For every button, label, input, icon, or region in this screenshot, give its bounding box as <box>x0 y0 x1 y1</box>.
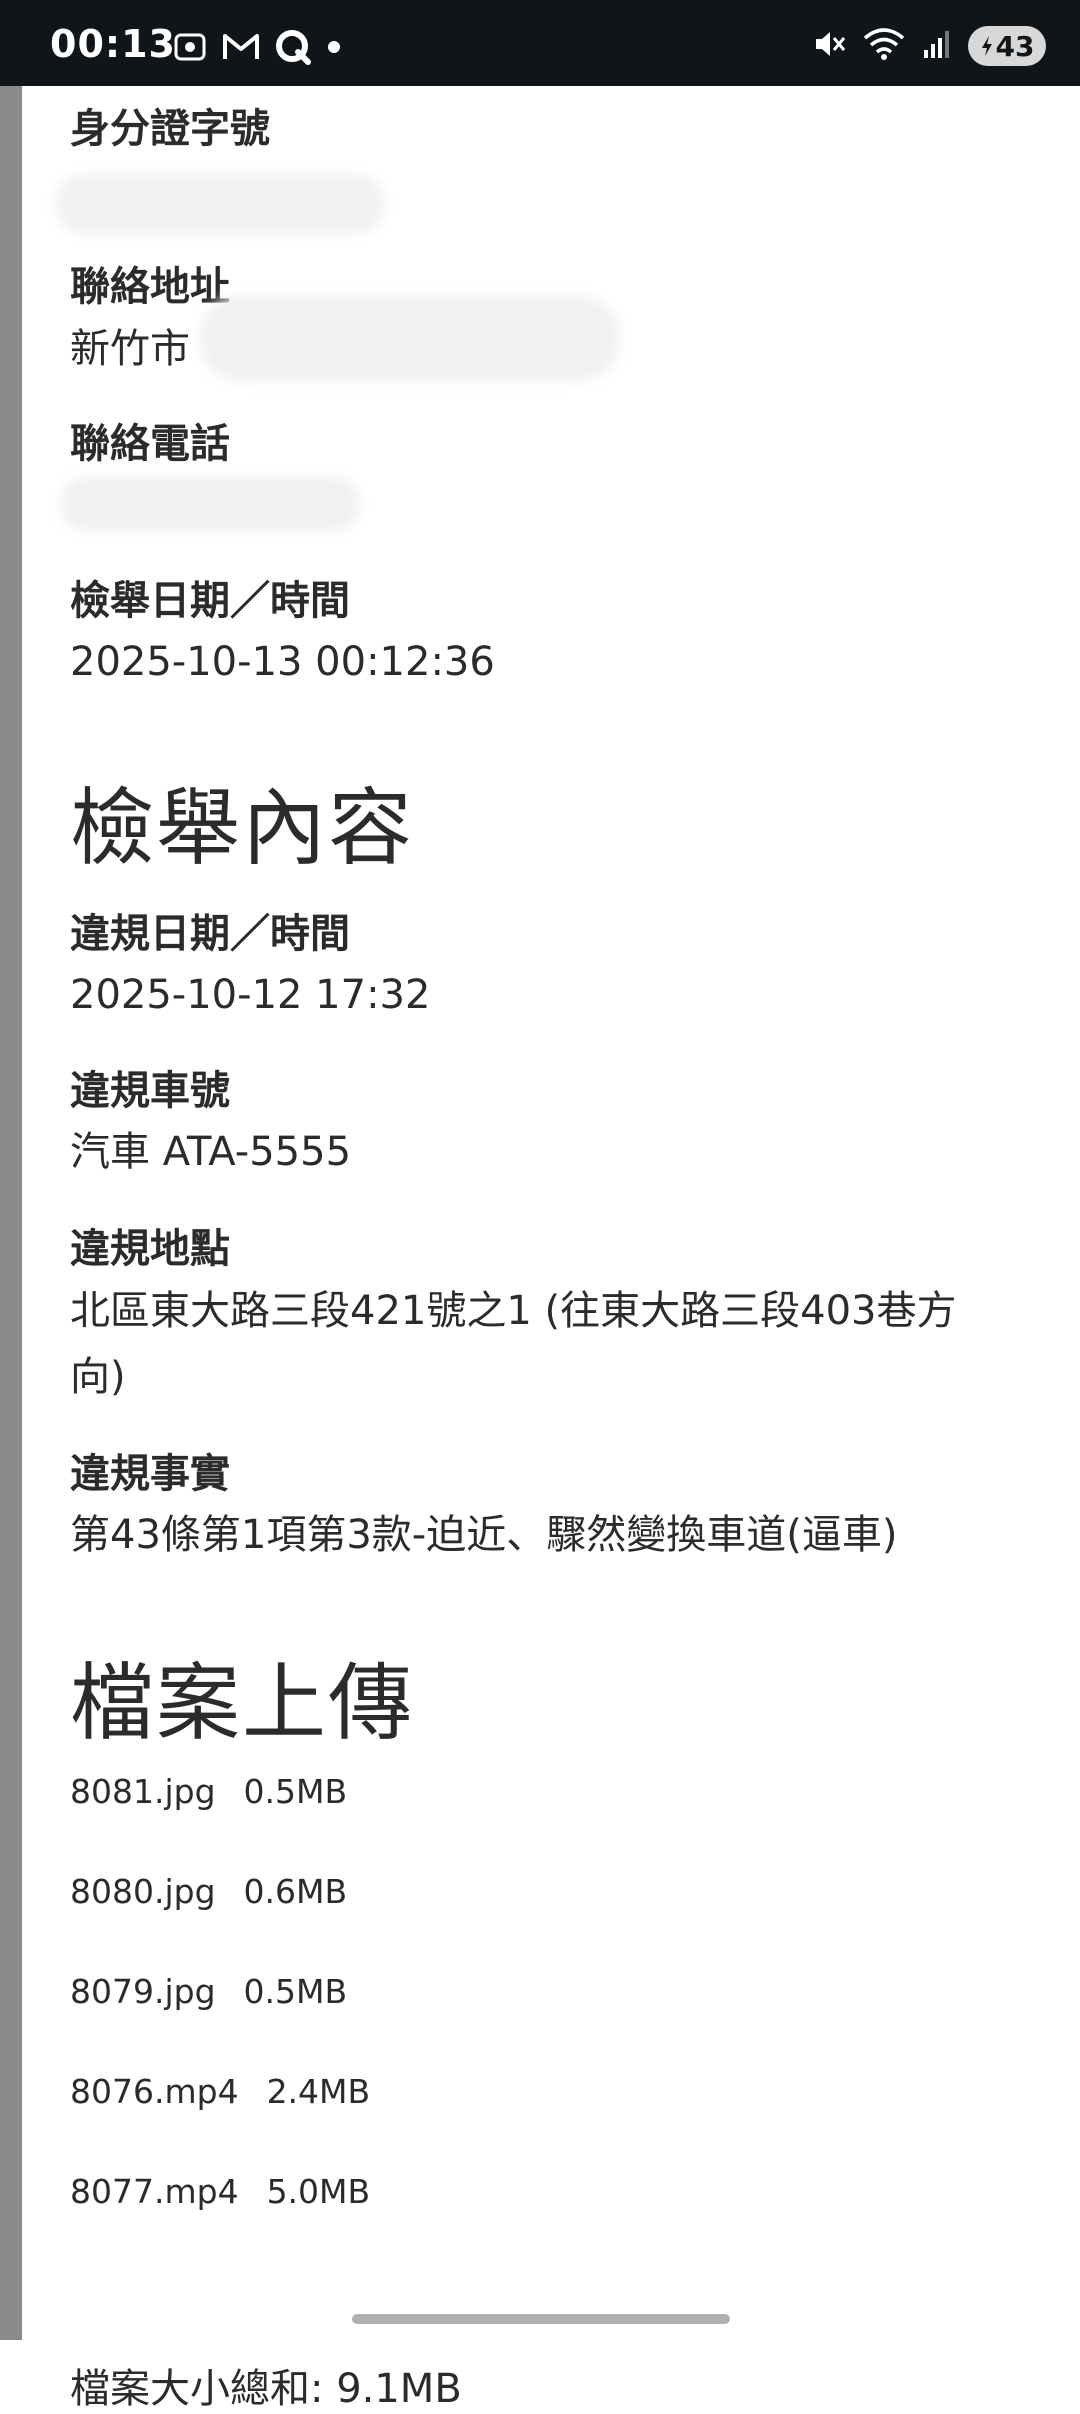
file-upload-heading: 檔案上傳 <box>70 1654 415 1752</box>
violation-location-value: 北區東大路三段421號之1 (往東大路三段403巷方向) <box>70 1288 957 1400</box>
violation-time-value: 2025-10-12 17:32 <box>70 972 431 1018</box>
status-time: 00:13 <box>50 22 176 66</box>
left-scroll-gutter <box>0 86 22 2340</box>
status-bar: 00:13 43 <box>0 0 1080 86</box>
battery-level: 43 <box>995 29 1035 63</box>
status-icons-left <box>172 28 342 70</box>
violation-time-label: 違規日期／時間 <box>70 911 350 957</box>
file-name: 8079.jpg <box>70 1972 216 2011</box>
gmail-icon <box>222 31 260 67</box>
wifi-icon <box>862 26 906 66</box>
violation-fact-value: 第43條第1項第3款-迫近、驟然變換車道(逼車) <box>70 1512 898 1558</box>
file-name: 8081.jpg <box>70 1772 216 1811</box>
home-indicator[interactable] <box>352 2314 730 2324</box>
file-size: 0.6MB <box>243 1872 348 1911</box>
mute-icon <box>810 26 846 66</box>
file-item[interactable]: 8079.jpg 0.5MB <box>70 1972 347 2011</box>
violation-fact-label: 違規事實 <box>70 1451 230 1497</box>
battery-icon: 43 <box>968 26 1046 66</box>
file-item[interactable]: 8076.mp4 2.4MB <box>70 2072 370 2111</box>
id-number-label: 身分證字號 <box>70 106 270 152</box>
phone-label: 聯絡電話 <box>70 421 230 467</box>
file-name: 8076.mp4 <box>70 2072 239 2111</box>
total-file-size: 檔案大小總和: 9.1MB <box>70 2366 462 2412</box>
file-size: 0.5MB <box>243 1972 348 2011</box>
file-size: 0.5MB <box>243 1772 348 1811</box>
file-name: 8080.jpg <box>70 1872 216 1911</box>
redacted-id-number <box>55 174 385 234</box>
report-time-value: 2025-10-13 00:12:36 <box>70 639 495 685</box>
dot-icon <box>326 39 342 59</box>
signal-icon <box>922 28 952 64</box>
plate-number-label: 違規車號 <box>70 1068 230 1114</box>
file-name: 8077.mp4 <box>70 2172 239 2211</box>
file-item[interactable]: 8080.jpg 0.6MB <box>70 1872 347 1911</box>
redacted-phone <box>60 476 360 532</box>
report-content-heading: 檢舉內容 <box>70 779 415 877</box>
screen-record-icon <box>172 29 208 69</box>
address-label: 聯絡地址 <box>70 264 230 310</box>
file-item[interactable]: 8077.mp4 5.0MB <box>70 2172 370 2211</box>
file-item[interactable]: 8081.jpg 0.5MB <box>70 1772 347 1811</box>
file-size: 5.0MB <box>266 2172 371 2211</box>
report-time-label: 檢舉日期／時間 <box>70 578 350 624</box>
violation-location-label: 違規地點 <box>70 1226 230 1272</box>
file-size: 2.4MB <box>266 2072 371 2111</box>
plate-number-value: 汽車 ATA-5555 <box>70 1129 352 1175</box>
q-app-icon <box>274 28 312 70</box>
status-icons-right: 43 <box>810 26 1046 66</box>
redacted-address <box>200 296 620 381</box>
